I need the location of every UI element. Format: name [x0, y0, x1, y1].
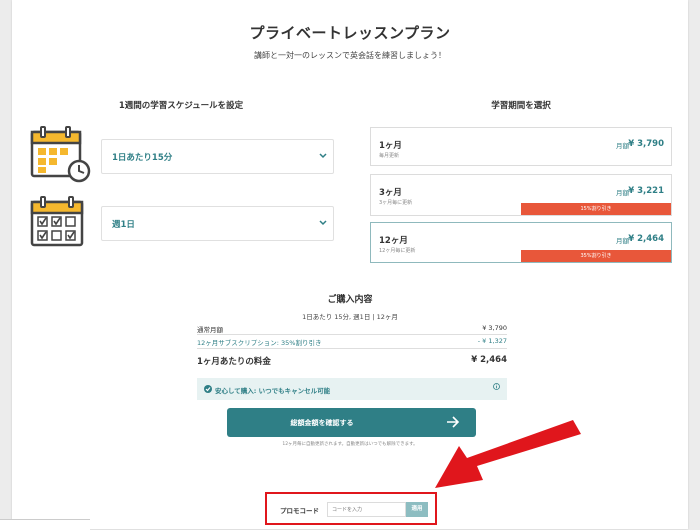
discount-badge: 35%割り引き	[521, 250, 671, 262]
plan-option-12-months[interactable]: 12ヶ月 12ヶ月毎に更新 月額 ¥ 2,464 35%割り引き	[370, 222, 672, 263]
row-label: 12ヶ月サブスクリプション: 35%割り引き	[197, 339, 322, 347]
plan-price-label: 月額	[616, 189, 629, 197]
chevron-down-icon	[319, 220, 327, 226]
plan-price: ¥ 3,790	[628, 139, 664, 149]
check-circle-icon	[204, 385, 212, 393]
plan-price-label: 月額	[616, 142, 629, 150]
plan-name: 12ヶ月	[379, 236, 408, 246]
plan-option-1-month[interactable]: 1ヶ月 毎月更新 月額 ¥ 3,790	[370, 127, 672, 166]
promo-code-label: プロモコード	[280, 507, 319, 515]
notice-text: 安心して購入: いつでもキャンセル可能	[215, 387, 331, 395]
plan-price: ¥ 3,221	[628, 186, 664, 196]
row-value: ¥ 3,790	[482, 324, 507, 332]
cancel-anytime-notice: 安心して購入: いつでもキャンセル可能	[197, 378, 507, 400]
plan-price-label: 月額	[616, 237, 629, 245]
plan-price: ¥ 2,464	[628, 234, 664, 244]
summary-subtitle: 1日あたり 15分, 週1日 | 12ヶ月	[302, 313, 398, 321]
row-label: 通常月額	[197, 326, 223, 334]
plan-name: 1ヶ月	[379, 141, 402, 151]
plan-name: 3ヶ月	[379, 188, 402, 198]
row-value: - ¥ 1,327	[477, 337, 507, 345]
summary-title: ご購入内容	[327, 295, 373, 305]
chevron-down-icon	[319, 153, 327, 159]
total-value: ¥ 2,464	[471, 355, 507, 365]
period-heading: 学習期間を選択	[491, 101, 551, 111]
days-per-week-select[interactable]: 週1日	[101, 206, 334, 241]
promo-apply-button[interactable]: 適用	[406, 502, 428, 517]
calendar-clock-icon	[30, 126, 91, 183]
promo-code-input[interactable]	[327, 502, 406, 517]
divider	[197, 348, 507, 349]
minutes-per-day-value: 1日あたり15分	[112, 153, 173, 163]
summary-total-row: 1ヶ月あたりの料金 ¥ 2,464	[197, 355, 507, 367]
plan-renewal-note: 12ヶ月毎に更新	[379, 248, 416, 254]
window-edge	[0, 519, 90, 530]
renewal-note: 12ヶ月毎に自動更新されます。自動更新はいつでも解除できます。	[282, 442, 418, 447]
calendar-check-icon	[30, 196, 84, 247]
page-title: プライベートレッスンプラン	[249, 24, 451, 42]
info-icon[interactable]	[493, 383, 500, 390]
promo-code-section: プロモコード 適用	[265, 492, 437, 525]
days-per-week-value: 週1日	[112, 220, 135, 230]
plan-renewal-note: 3ヶ月毎に更新	[379, 200, 413, 206]
plan-renewal-note: 毎月更新	[379, 153, 400, 159]
discount-badge: 15%割り引き	[521, 203, 671, 215]
schedule-heading: 1週間の学習スケジュールを設定	[118, 101, 244, 111]
page-subtitle: 講師と一対一のレッスンで英会話を練習しましょう！	[254, 51, 446, 60]
plan-option-3-months[interactable]: 3ヶ月 3ヶ月毎に更新 月額 ¥ 3,221 15%割り引き	[370, 174, 672, 216]
divider	[197, 334, 507, 335]
confirm-total-label: 総額金額を確認する	[290, 419, 354, 427]
plan-card	[12, 0, 688, 529]
total-label: 1ヶ月あたりの料金	[197, 357, 271, 367]
minutes-per-day-select[interactable]: 1日あたり15分	[101, 139, 334, 174]
red-arrow-annotation	[435, 420, 581, 488]
